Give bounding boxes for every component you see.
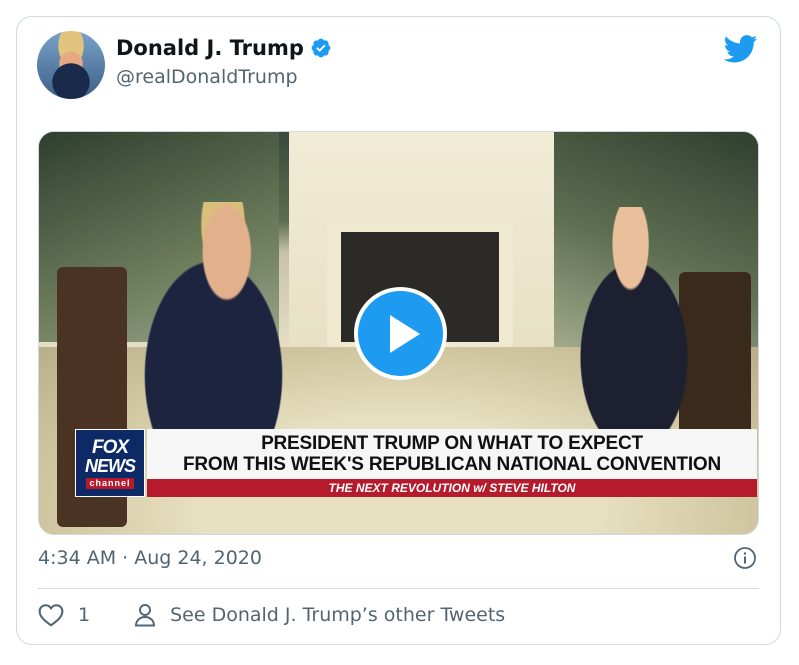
headline-line-2: FROM THIS WEEK'S REPUBLICAN NATIONAL CON… — [182, 454, 722, 475]
info-icon[interactable] — [733, 546, 757, 570]
logo-text-news: NEWS — [85, 455, 136, 476]
author-name-row[interactable]: Donald J. Trump — [116, 36, 332, 60]
author-handle[interactable]: @realDonaldTrump — [116, 66, 298, 88]
play-icon — [389, 314, 420, 353]
headline-banner: PRESIDENT TRUMP ON WHAT TO EXPECT FROM T… — [147, 429, 757, 479]
show-label: THE NEXT REVOLUTION w/ STEVE HILTON — [147, 479, 757, 497]
tweet-timestamp[interactable]: 4:34 AM · Aug 24, 2020 — [38, 547, 262, 569]
user-icon[interactable] — [134, 603, 156, 627]
headline-line-1: PRESIDENT TRUMP ON WHAT TO EXPECT — [261, 433, 643, 454]
video-thumbnail[interactable]: FOX NEWS channel PRESIDENT TRUMP ON WHAT… — [38, 131, 759, 535]
fox-news-logo: FOX NEWS channel — [75, 429, 145, 497]
news-lower-third: FOX NEWS channel PRESIDENT TRUMP ON WHAT… — [75, 429, 758, 499]
verified-badge-icon — [311, 38, 331, 58]
heart-icon[interactable] — [38, 603, 64, 627]
play-button[interactable] — [354, 287, 447, 380]
logo-text-channel: channel — [86, 477, 134, 489]
like-count[interactable]: 1 — [78, 604, 90, 626]
avatar[interactable] — [37, 31, 105, 99]
twitter-bird-icon[interactable] — [724, 35, 758, 63]
tweet-actions: 1 See Donald J. Trump’s other Tweets — [38, 603, 505, 627]
author-name[interactable]: Donald J. Trump — [116, 36, 304, 60]
scene-interviewer — [549, 207, 719, 467]
other-tweets-link[interactable]: See Donald J. Trump’s other Tweets — [170, 604, 505, 626]
logo-text-fox: FOX — [91, 436, 129, 458]
divider — [38, 588, 759, 589]
